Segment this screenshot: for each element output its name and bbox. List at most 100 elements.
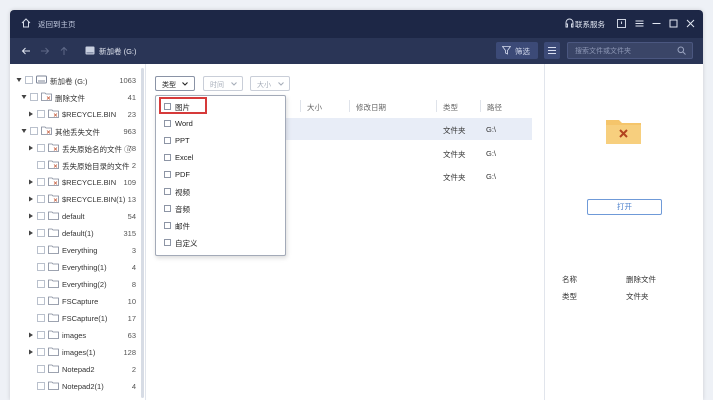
- tree-checkbox[interactable]: [37, 195, 45, 203]
- option-checkbox[interactable]: [164, 171, 171, 178]
- tree-item-label: FSCapture(1): [62, 314, 108, 323]
- tree-item[interactable]: Everything(1) 4: [10, 259, 146, 276]
- tree-item-count: 78: [127, 144, 136, 153]
- feedback-icon[interactable]: [616, 18, 627, 29]
- tree-checkbox[interactable]: [37, 161, 45, 169]
- tree-item[interactable]: Notepad2(1) 4: [10, 378, 146, 395]
- tree-checkbox[interactable]: [30, 127, 38, 135]
- collapsed-arrow-icon[interactable]: [28, 230, 34, 236]
- option-checkbox[interactable]: [164, 154, 171, 161]
- type-filter-button[interactable]: 类型: [155, 76, 195, 91]
- search-icon[interactable]: [677, 46, 686, 55]
- type-option[interactable]: 自定义: [156, 234, 285, 251]
- option-checkbox[interactable]: [164, 222, 171, 229]
- close-icon[interactable]: [685, 18, 696, 29]
- tree-item[interactable]: images 63: [10, 327, 146, 344]
- menu-icon[interactable]: [634, 18, 645, 29]
- folder-icon: [48, 262, 59, 271]
- tree-checkbox[interactable]: [37, 144, 45, 152]
- tree-item[interactable]: default(1) 315: [10, 225, 146, 242]
- tree-checkbox[interactable]: [37, 280, 45, 288]
- expanded-arrow-icon[interactable]: [21, 94, 27, 100]
- expanded-arrow-icon[interactable]: [16, 77, 22, 83]
- collapsed-arrow-icon[interactable]: [28, 213, 34, 219]
- option-checkbox[interactable]: [164, 188, 171, 195]
- tree-checkbox[interactable]: [37, 314, 45, 322]
- column-type[interactable]: 类型: [443, 102, 458, 113]
- tree-item[interactable]: 丢失原始目录的文件 2: [10, 157, 146, 174]
- tree-checkbox[interactable]: [37, 212, 45, 220]
- tree-item[interactable]: Everything 3: [10, 242, 146, 259]
- tree-checkbox[interactable]: [37, 246, 45, 254]
- tree-item[interactable]: 丢失原始名的文件 ⓘ 78: [10, 140, 146, 157]
- option-checkbox[interactable]: [164, 205, 171, 212]
- tree-checkbox[interactable]: [37, 365, 45, 373]
- app-window: 返回到主页 联系服务 新加卷 (G:) 筛选 搜索文件或文件夹 新加卷 (G:)…: [10, 10, 703, 400]
- tree-item[interactable]: Notepad2 2: [10, 361, 146, 378]
- expanded-arrow-icon[interactable]: [21, 128, 27, 134]
- type-option[interactable]: 音频: [156, 200, 285, 217]
- type-option[interactable]: 邮件: [156, 217, 285, 234]
- time-filter-button[interactable]: 时间: [203, 76, 243, 91]
- contact-service-link[interactable]: 联系服务: [575, 19, 605, 30]
- maximize-icon[interactable]: [668, 18, 679, 29]
- tree-checkbox[interactable]: [25, 76, 33, 84]
- search-input[interactable]: 搜索文件或文件夹: [567, 42, 693, 59]
- open-button[interactable]: 打开: [587, 199, 662, 215]
- tree-checkbox[interactable]: [37, 382, 45, 390]
- tree-item[interactable]: images(1) 128: [10, 344, 146, 361]
- type-option[interactable]: PPT: [156, 132, 285, 149]
- back-arrow-icon[interactable]: [21, 46, 31, 56]
- tree-checkbox[interactable]: [37, 229, 45, 237]
- tree-scrollbar[interactable]: [141, 68, 144, 398]
- tree-item-count: 2: [131, 161, 136, 170]
- tree-checkbox[interactable]: [30, 93, 38, 101]
- collapsed-arrow-icon[interactable]: [28, 349, 34, 355]
- type-option[interactable]: 视频: [156, 183, 285, 200]
- tree-item[interactable]: $RECYCLE.BIN 23: [10, 106, 146, 123]
- size-filter-button[interactable]: 大小: [250, 76, 290, 91]
- tree-item-label: Everything(2): [62, 280, 107, 289]
- collapsed-arrow-icon[interactable]: [28, 111, 34, 117]
- tree-item[interactable]: 其他丢失文件 963: [10, 123, 146, 140]
- tree-checkbox[interactable]: [37, 110, 45, 118]
- column-separator[interactable]: [349, 100, 350, 112]
- column-size[interactable]: 大小: [307, 102, 322, 113]
- minimize-icon[interactable]: [651, 18, 662, 29]
- filter-button[interactable]: 筛选: [496, 42, 538, 59]
- tree-item[interactable]: $RECYCLE.BIN 109: [10, 174, 146, 191]
- tree-item[interactable]: 删除文件 41: [10, 89, 146, 106]
- type-option[interactable]: Excel: [156, 149, 285, 166]
- type-option[interactable]: Word: [156, 115, 285, 132]
- tree-checkbox[interactable]: [37, 178, 45, 186]
- tree-item[interactable]: Everything(2) 8: [10, 276, 146, 293]
- column-separator[interactable]: [480, 100, 481, 112]
- tree-checkbox[interactable]: [37, 263, 45, 271]
- type-option[interactable]: PDF: [156, 166, 285, 183]
- collapsed-arrow-icon[interactable]: [28, 179, 34, 185]
- tree-checkbox[interactable]: [37, 297, 45, 305]
- back-home-link[interactable]: 返回到主页: [38, 19, 76, 30]
- tree-item[interactable]: FSCapture(1) 17: [10, 310, 146, 327]
- collapsed-arrow-icon[interactable]: [28, 332, 34, 338]
- column-path[interactable]: 路径: [487, 102, 502, 113]
- option-checkbox[interactable]: [164, 239, 171, 246]
- column-separator[interactable]: [436, 100, 437, 112]
- collapsed-arrow-icon[interactable]: [28, 145, 34, 151]
- up-arrow-icon[interactable]: [59, 46, 69, 56]
- collapsed-arrow-icon[interactable]: [28, 196, 34, 202]
- option-label: PDF: [175, 170, 190, 179]
- forward-arrow-icon[interactable]: [40, 46, 50, 56]
- column-separator[interactable]: [300, 100, 301, 112]
- tree-item[interactable]: FSCapture 10: [10, 293, 146, 310]
- tree-item[interactable]: default 54: [10, 208, 146, 225]
- option-checkbox[interactable]: [164, 137, 171, 144]
- option-checkbox[interactable]: [164, 120, 171, 127]
- home-icon[interactable]: [21, 18, 31, 28]
- tree-item[interactable]: $RECYCLE.BIN(1) 13: [10, 191, 146, 208]
- tree-checkbox[interactable]: [37, 331, 45, 339]
- tree-item[interactable]: 新加卷 (G:) 1063: [10, 72, 146, 89]
- tree-checkbox[interactable]: [37, 348, 45, 356]
- view-toggle-button[interactable]: [544, 42, 560, 59]
- column-modified[interactable]: 修改日期: [356, 102, 386, 113]
